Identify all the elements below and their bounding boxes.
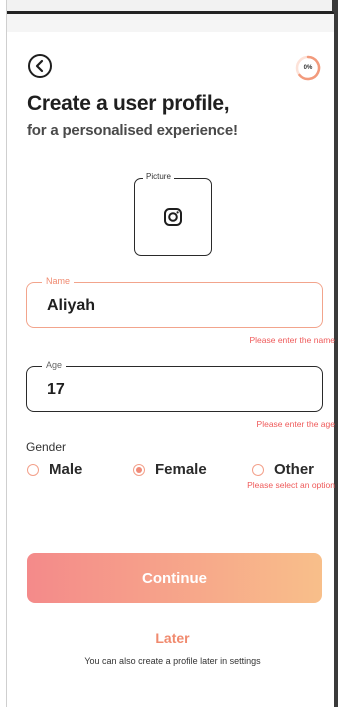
back-button[interactable] <box>28 54 52 78</box>
age-input[interactable]: 17 <box>47 381 287 399</box>
gender-option-label: Male <box>49 461 83 478</box>
back-arrow-icon <box>35 59 44 73</box>
radio-dot <box>136 466 142 473</box>
name-field[interactable]: Name Aliyah <box>26 276 323 328</box>
age-field[interactable]: Age 17 <box>26 360 323 412</box>
profile-picture-picker[interactable]: Picture <box>134 172 212 256</box>
page-title: Create a user profile, <box>27 92 230 115</box>
age-error: Please enter the age <box>256 419 335 429</box>
gender-option-male[interactable]: Male <box>27 461 82 478</box>
later-button[interactable]: Later <box>0 630 345 646</box>
progress-label: 0% <box>303 65 313 71</box>
continue-button[interactable]: Continue <box>27 553 322 603</box>
name-legend: Name <box>42 276 75 286</box>
gender-error: Please select an option <box>247 480 335 490</box>
gender-option-label: Other <box>274 461 315 478</box>
gender-option-label: Female <box>155 461 207 478</box>
page-subtitle: for a personalised experience! <box>27 122 238 139</box>
gender-label: Gender <box>26 440 67 454</box>
progress-indicator: 0% <box>295 55 321 81</box>
name-error: Please enter the name <box>249 335 335 345</box>
gender-option-female[interactable]: Female <box>133 461 207 478</box>
radio-selected-icon[interactable] <box>133 463 145 476</box>
later-hint-text: You can also create a profile later in s… <box>84 656 261 666</box>
radio-unselected-icon[interactable] <box>27 463 39 476</box>
radio-unselected-icon[interactable] <box>252 463 264 476</box>
age-legend: Age <box>42 360 67 370</box>
picture-legend: Picture <box>143 172 174 181</box>
instagram-camera-icon <box>164 208 182 226</box>
gender-option-other[interactable]: Other <box>252 461 314 478</box>
name-input[interactable]: Aliyah <box>47 297 287 315</box>
